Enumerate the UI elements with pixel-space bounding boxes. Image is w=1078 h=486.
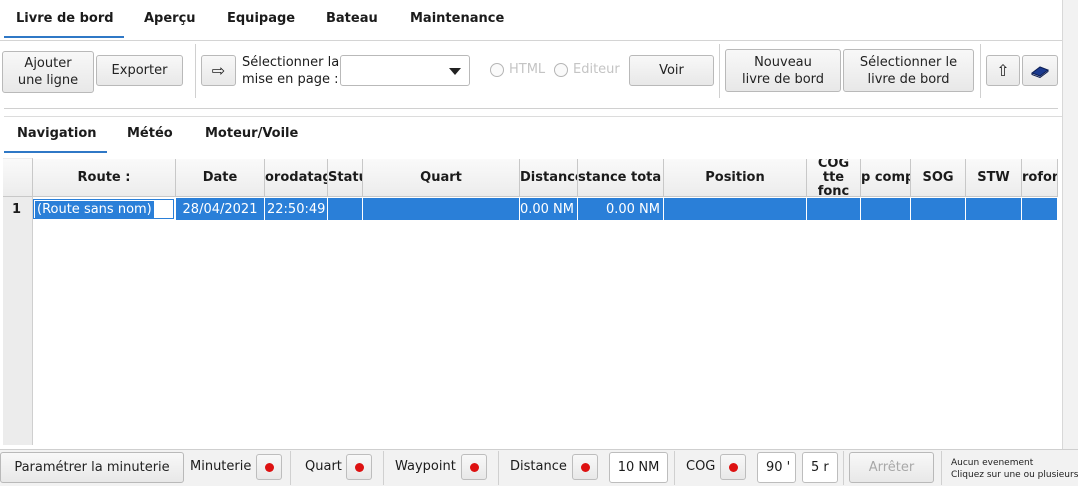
distance-label: Distance	[510, 459, 567, 474]
col-header-date[interactable]: Date	[176, 159, 265, 197]
waypoint-label: Waypoint	[395, 459, 456, 474]
tab-apercu[interactable]: Aperçu	[144, 11, 196, 26]
route-edit-field[interactable]: (Route sans nom)	[33, 199, 174, 219]
route-edit-text: (Route sans nom)	[35, 200, 154, 218]
event-status-line2: Cliquez sur une ou plusieurs	[951, 470, 1078, 480]
new-log-button[interactable]: Nouveau livre de bord	[725, 49, 841, 92]
cell-position[interactable]	[664, 198, 807, 220]
bottom-divider	[383, 451, 384, 485]
arrow-right-icon[interactable]: ⇨	[201, 55, 236, 86]
tab-meteo[interactable]: Météo	[127, 126, 173, 141]
export-button[interactable]: Exporter	[96, 55, 183, 86]
stop-button[interactable]: Arrêter	[849, 452, 934, 483]
subtab-top-divider	[4, 116, 1062, 117]
col-header-distance[interactable]: Distance	[520, 159, 578, 197]
cell-quart[interactable]	[363, 198, 520, 220]
radio-html-label: HTML	[509, 62, 546, 77]
view-button[interactable]: Voir	[629, 55, 714, 86]
bottom-divider	[290, 451, 291, 485]
tab-equipage[interactable]: Equipage	[227, 11, 295, 26]
tab-livre-de-bord[interactable]: Livre de bord	[16, 11, 114, 26]
toolbar-divider	[195, 44, 196, 98]
cell-status[interactable]	[328, 198, 363, 220]
bottom-divider	[674, 451, 675, 485]
add-line-button[interactable]: Ajouter une ligne	[2, 51, 94, 93]
radio-editor[interactable]	[554, 63, 568, 77]
event-status-line1: Aucun evenement	[951, 458, 1034, 468]
toolbar-bottom-divider	[4, 108, 1058, 109]
cell-stw[interactable]	[966, 198, 1022, 220]
view-label: Voir	[659, 63, 684, 78]
distance-led-icon[interactable]	[572, 454, 598, 480]
col-header-depth[interactable]: rofon	[1022, 159, 1058, 197]
col-header-cog-label: COG tte fonc	[817, 159, 850, 197]
cell-depth[interactable]	[1022, 198, 1058, 220]
col-header-stw[interactable]: STW	[966, 159, 1022, 197]
add-line-label: Ajouter une ligne	[17, 56, 79, 88]
col-header-quart[interactable]: Quart	[363, 159, 520, 197]
active-subtab-indicator	[4, 151, 107, 153]
waypoint-led-icon[interactable]	[461, 454, 487, 480]
chevron-down-icon	[449, 68, 461, 75]
layout-combo[interactable]	[340, 55, 470, 86]
col-header-sog[interactable]: SOG	[911, 159, 966, 197]
cog-input[interactable]: 90 '	[757, 452, 796, 483]
col-header-cog[interactable]: COG tte fonc	[807, 159, 861, 197]
cog-tolerance-input[interactable]: 5 r	[802, 452, 838, 483]
tab-maintenance[interactable]: Maintenance	[410, 11, 504, 26]
timer-settings-label: Paramétrer la minuterie	[14, 460, 170, 475]
cog-led-icon[interactable]	[720, 454, 746, 480]
col-header-route[interactable]: Route :	[33, 159, 176, 197]
bottom-divider	[941, 451, 942, 485]
new-log-label: Nouveau livre de bord	[741, 54, 825, 87]
export-label: Exporter	[111, 63, 168, 78]
col-header-distance-total[interactable]: stance tota	[578, 159, 664, 197]
cell-sog[interactable]	[911, 198, 966, 220]
row-index: 1	[12, 202, 22, 217]
cell-cog[interactable]	[807, 198, 861, 220]
select-layout-label: Sélectionner la mise en page :	[242, 55, 340, 87]
distance-input[interactable]: 10 NM	[609, 452, 668, 483]
cell-time[interactable]: 22:50:49	[265, 198, 328, 220]
timer-settings-button[interactable]: Paramétrer la minuterie	[0, 452, 184, 483]
col-header-status[interactable]: Statu	[328, 159, 363, 197]
timer-led-icon[interactable]	[256, 454, 282, 480]
tab-bateau[interactable]: Bateau	[326, 11, 378, 26]
radio-editor-label: Editeur	[573, 62, 620, 77]
bottom-divider	[843, 451, 844, 485]
col-header-timestamp[interactable]: orodatag	[265, 159, 328, 197]
book-icon-svg	[1031, 65, 1049, 78]
arrow-up-icon[interactable]: ⇧	[986, 55, 1020, 86]
toolbar-divider	[980, 44, 981, 98]
book-icon[interactable]	[1022, 55, 1058, 86]
cell-date[interactable]: 28/04/2021	[176, 198, 265, 220]
grid-corner	[3, 159, 33, 197]
main-tab-bar: Livre de bord Aperçu Equipage Bateau Mai…	[0, 0, 1062, 41]
window-edge	[1062, 0, 1078, 485]
timer-label: Minuterie	[190, 459, 252, 474]
bottom-divider	[498, 451, 499, 485]
toolbar-divider	[719, 44, 720, 98]
cell-distance[interactable]: 0.00 NM	[520, 198, 578, 220]
col-header-comp[interactable]: p comp	[861, 159, 911, 197]
tab-moteur-voile[interactable]: Moteur/Voile	[205, 126, 298, 141]
cog-label: COG	[686, 459, 716, 474]
layout-combo-value	[342, 59, 446, 82]
quart-label: Quart	[305, 459, 342, 474]
stop-label: Arrêter	[868, 460, 915, 475]
active-tab-indicator	[4, 36, 124, 38]
select-log-button[interactable]: Sélectionner le livre de bord	[843, 49, 974, 92]
cell-distance-total[interactable]: 0.00 NM	[578, 198, 664, 220]
quart-led-icon[interactable]	[346, 454, 372, 480]
select-log-label: Sélectionner le livre de bord	[859, 54, 958, 87]
radio-html[interactable]	[490, 63, 504, 77]
tab-navigation[interactable]: Navigation	[17, 126, 97, 141]
cell-comp[interactable]	[861, 198, 911, 220]
col-header-position[interactable]: Position	[664, 159, 807, 197]
